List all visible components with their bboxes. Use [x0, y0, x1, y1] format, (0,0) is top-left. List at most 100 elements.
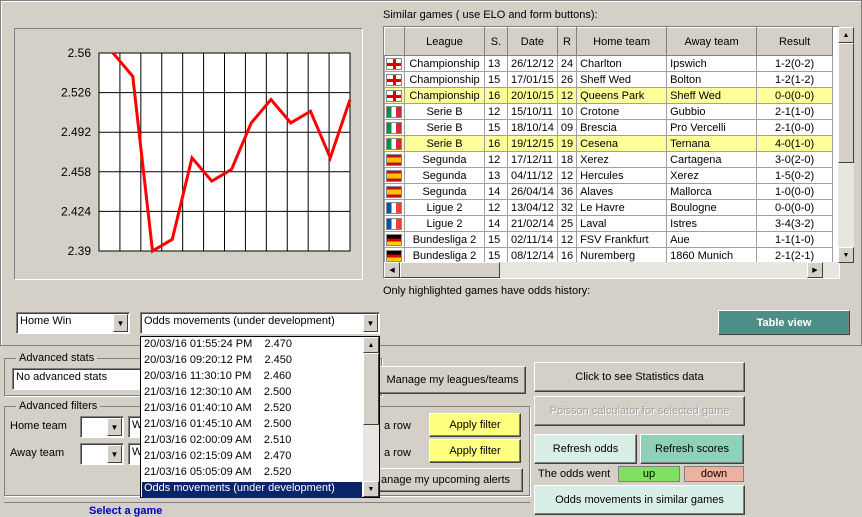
- flag-cell: [384, 231, 405, 248]
- table-row[interactable]: Segunda 14 26/04/14 36 Alaves Mallorca 1-0(0-0…: [384, 183, 834, 200]
- column-header[interactable]: Away team: [666, 27, 758, 56]
- cell-league: Bundesliga 2: [404, 231, 485, 248]
- cell-s: 16: [484, 135, 508, 152]
- dropdown-option[interactable]: 20/03/16 11:30:10 PM 2.460: [142, 370, 362, 386]
- cell-league: Serie B: [404, 103, 485, 120]
- flag-cell: [384, 55, 405, 72]
- dropdown-option[interactable]: 20/03/16 01:55:24 PM 2.470: [142, 338, 362, 354]
- cell-s: 13: [484, 167, 508, 184]
- h-scrollbar[interactable]: ◀ ▶: [384, 262, 839, 278]
- chevron-down-icon[interactable]: ▼: [363, 314, 378, 332]
- h-scroll-thumb[interactable]: [400, 262, 500, 278]
- column-header[interactable]: Home team: [576, 27, 668, 56]
- manage-alerts-button[interactable]: anage my upcoming alerts: [376, 468, 523, 492]
- manage-leagues-label: Manage my leagues/teams: [386, 374, 519, 386]
- dropdown-option[interactable]: 21/03/16 02:00:09 AM 2.510: [142, 434, 362, 450]
- flag-it-icon: [386, 137, 402, 150]
- advanced-stats-select[interactable]: No advanced stats: [12, 368, 142, 390]
- odds-similar-button[interactable]: Odds movements in similar games: [534, 485, 745, 515]
- chevron-down-icon[interactable]: ▼: [107, 445, 122, 463]
- away-team-filter-select[interactable]: ▼: [80, 443, 124, 465]
- cell-r: 26: [556, 71, 578, 88]
- dropdown-option[interactable]: 21/03/16 01:45:10 AM 2.500: [142, 418, 362, 434]
- flag-es-icon: [386, 185, 402, 198]
- cell-home: Queens Park: [576, 87, 668, 104]
- cell-date: 21/02/14: [507, 215, 558, 232]
- cell-home: Crotone: [576, 103, 668, 120]
- market-select[interactable]: Home Win ▼: [16, 312, 130, 334]
- column-header[interactable]: Date: [507, 27, 558, 56]
- odds-down-badge: down: [684, 466, 744, 482]
- flag-cell: [384, 199, 405, 216]
- cell-result: 1-5(0-2): [756, 167, 834, 184]
- cell-result: 4-0(1-0): [756, 135, 834, 152]
- table-row[interactable]: Serie B 12 15/10/11 10 Crotone Gubbio 2-1(1-0): [384, 103, 834, 120]
- odds-dropdown-list[interactable]: ▲ ▼ 20/03/16 01:55:24 PM 2.470 20/03/16 0…: [140, 336, 380, 498]
- cell-home: Sheff Wed: [576, 71, 668, 88]
- refresh-odds-button[interactable]: Refresh odds: [534, 434, 637, 464]
- table-view-button[interactable]: Table view: [718, 310, 850, 335]
- cell-home: Le Havre: [576, 199, 668, 216]
- chevron-down-icon[interactable]: ▼: [113, 314, 128, 332]
- column-header[interactable]: S.: [484, 27, 508, 56]
- home-team-filter-select[interactable]: ▼: [80, 416, 124, 438]
- scroll-right-button[interactable]: ▶: [807, 262, 823, 278]
- table-row[interactable]: Serie B 16 19/12/15 19 Cesena Ternana 4-0(1-0): [384, 135, 834, 152]
- scroll-down-button[interactable]: ▼: [363, 481, 379, 497]
- flag-cell: [384, 103, 405, 120]
- dropdown-option[interactable]: 21/03/16 12:30:10 AM 2.500: [142, 386, 362, 402]
- v-scrollbar[interactable]: ▲ ▼: [838, 27, 854, 263]
- cell-away: Aue: [666, 231, 758, 248]
- chevron-down-icon[interactable]: ▼: [107, 418, 122, 436]
- cell-s: 16: [484, 87, 508, 104]
- cell-r: 36: [556, 183, 578, 200]
- cell-league: Ligue 2: [404, 215, 485, 232]
- y-tick-label: 2.39: [68, 244, 92, 258]
- cell-r: 24: [556, 55, 578, 72]
- statistics-button[interactable]: Click to see Statistics data: [534, 362, 745, 392]
- table-row[interactable]: Championship 13 26/12/12 24 Charlton Ipswich 1…: [384, 55, 834, 72]
- table-row[interactable]: Ligue 2 14 21/02/14 25 Laval Istres 3-4(3-2): [384, 215, 834, 232]
- dropdown-option[interactable]: 21/03/16 02:15:09 AM 2.470: [142, 450, 362, 466]
- v-scroll-thumb[interactable]: [838, 43, 854, 163]
- table-row[interactable]: Serie B 15 18/10/14 09 Brescia Pro Vercelli 2-…: [384, 119, 834, 136]
- cell-league: Segunda: [404, 167, 485, 184]
- scroll-up-button[interactable]: ▲: [838, 27, 854, 43]
- flag-column-header[interactable]: [384, 27, 405, 56]
- manage-leagues-button[interactable]: Manage my leagues/teams: [379, 366, 526, 394]
- statistics-label: Click to see Statistics data: [575, 371, 704, 383]
- table-row[interactable]: Championship 15 17/01/15 26 Sheff Wed Bolton 1…: [384, 71, 834, 88]
- y-tick-label: 2.492: [61, 125, 91, 139]
- apply-filter-button-1[interactable]: Apply filter: [429, 413, 521, 437]
- cell-date: 26/12/12: [507, 55, 558, 72]
- scroll-left-button[interactable]: ◀: [384, 262, 400, 278]
- cell-s: 13: [484, 55, 508, 72]
- bottom-strip: [4, 502, 530, 516]
- scroll-up-button[interactable]: ▲: [363, 337, 379, 353]
- apply-filter-button-2[interactable]: Apply filter: [429, 439, 521, 463]
- poisson-button[interactable]: Poisson calculator for selected game: [534, 396, 745, 426]
- dropdown-option[interactable]: 21/03/16 01:40:10 AM 2.520: [142, 402, 362, 418]
- cell-result: 2-1(0-0): [756, 119, 834, 136]
- odds-movements-select[interactable]: Odds movements (under development) ▼: [140, 312, 380, 334]
- column-header[interactable]: League: [404, 27, 485, 56]
- table-row[interactable]: Ligue 2 12 13/04/12 32 Le Havre Boulogne 0-0(0…: [384, 199, 834, 216]
- dropdown-option[interactable]: 21/03/16 05:05:09 AM 2.520: [142, 466, 362, 482]
- row-label-1: a row: [384, 420, 411, 432]
- dropdown-scroll-thumb[interactable]: [363, 353, 379, 425]
- table-row[interactable]: Segunda 12 17/12/11 18 Xerez Cartagena 3-0(2-0…: [384, 151, 834, 168]
- table-row[interactable]: Segunda 13 04/11/12 12 Hercules Xerez 1-5(0-2): [384, 167, 834, 184]
- dropdown-option[interactable]: 20/03/16 09:20:12 PM 2.450: [142, 354, 362, 370]
- scroll-down-button[interactable]: ▼: [838, 247, 854, 263]
- column-header[interactable]: Result: [756, 27, 834, 56]
- cell-league: Segunda: [404, 151, 485, 168]
- dropdown-scrollbar[interactable]: ▲ ▼: [363, 337, 379, 497]
- table-row[interactable]: Championship 16 20/10/15 12 Queens Park Sheff…: [384, 87, 834, 104]
- away-team-label: Away team: [10, 447, 65, 459]
- refresh-scores-button[interactable]: Refresh scores: [640, 434, 744, 464]
- table-row[interactable]: Bundesliga 2 15 02/11/14 12 FSV Frankfurt Aue…: [384, 231, 834, 248]
- cell-away: Gubbio: [666, 103, 758, 120]
- dropdown-option[interactable]: Odds movements (under development): [142, 482, 362, 498]
- column-header[interactable]: R: [556, 27, 578, 56]
- cell-league: Championship: [404, 71, 485, 88]
